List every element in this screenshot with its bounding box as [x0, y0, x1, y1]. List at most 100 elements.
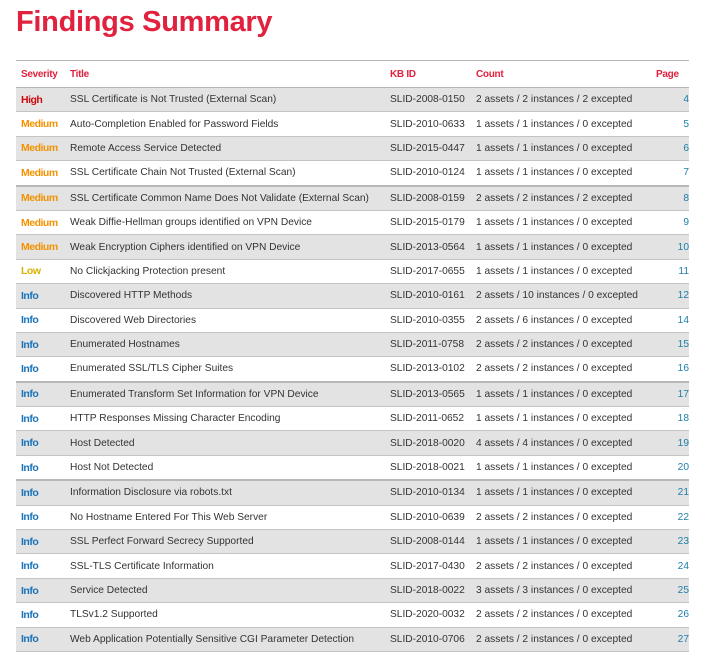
- title-cell: Host Detected: [65, 430, 385, 456]
- page-title: Findings Summary: [16, 6, 273, 38]
- kb-id-cell: SLID-2011-0652: [385, 406, 471, 432]
- title-cell: No Clickjacking Protection present: [65, 259, 385, 285]
- table-row: Info Information Disclosure via robots.tx…: [16, 479, 689, 506]
- severity-cell: Info: [16, 578, 65, 604]
- table-row: Medium SSL Certificate Chain Not Trusted …: [16, 160, 689, 187]
- severity-cell: Info: [16, 602, 65, 628]
- kb-id-cell: SLID-2015-0447: [385, 136, 471, 162]
- table-row: Info HTTP Responses Missing Character Enc…: [16, 406, 689, 432]
- page-link[interactable]: 26: [651, 602, 689, 628]
- severity-cell: Info: [16, 283, 65, 309]
- table-row: Medium Remote Access Service Detected SLID…: [16, 136, 689, 162]
- page-link[interactable]: 24: [651, 553, 689, 579]
- severity-cell: Info: [16, 380, 65, 408]
- kb-id-cell: SLID-2017-0430: [385, 553, 471, 579]
- title-cell: Enumerated Hostnames: [65, 332, 385, 358]
- kb-id-cell: SLID-2010-0706: [385, 627, 471, 652]
- table-row: Info Service Detected SLID-2018-0022 3 asse…: [16, 578, 689, 604]
- findings-table: Severity Title KB ID Count Page High SSL …: [16, 60, 689, 652]
- table-row: Info No Hostname Entered For This Web Ser…: [16, 505, 689, 531]
- count-cell: 1 assets / 1 instances / 0 excepted: [471, 406, 651, 432]
- severity-cell: Info: [16, 430, 65, 456]
- count-cell: 1 assets / 1 instances / 0 excepted: [471, 160, 651, 187]
- title-cell: Information Disclosure via robots.txt: [65, 479, 385, 506]
- count-cell: 2 assets / 2 instances / 0 excepted: [471, 356, 651, 383]
- page-link[interactable]: 18: [651, 406, 689, 432]
- page-link[interactable]: 14: [651, 308, 689, 333]
- column-header-severity: Severity: [16, 60, 65, 88]
- title-cell: SSL-TLS Certificate Information: [65, 553, 385, 579]
- page-link[interactable]: 22: [651, 505, 689, 531]
- page-link[interactable]: 4: [651, 87, 689, 113]
- severity-cell: Low: [16, 259, 65, 285]
- severity-cell: Info: [16, 332, 65, 358]
- count-cell: 2 assets / 2 instances / 0 excepted: [471, 553, 651, 579]
- title-cell: Web Application Potentially Sensitive CG…: [65, 627, 385, 652]
- kb-id-cell: SLID-2008-0144: [385, 529, 471, 555]
- count-cell: 2 assets / 2 instances / 2 excepted: [471, 87, 651, 113]
- page-link[interactable]: 10: [651, 234, 689, 260]
- kb-id-cell: SLID-2008-0150: [385, 87, 471, 113]
- severity-cell: Info: [16, 479, 65, 506]
- severity-cell: Medium: [16, 234, 65, 260]
- count-cell: 1 assets / 1 instances / 0 excepted: [471, 529, 651, 555]
- page-link[interactable]: 15: [651, 332, 689, 358]
- kb-id-cell: SLID-2010-0639: [385, 505, 471, 531]
- kb-id-cell: SLID-2010-0355: [385, 308, 471, 333]
- page-link[interactable]: 16: [651, 356, 689, 383]
- title-cell: Remote Access Service Detected: [65, 136, 385, 162]
- severity-cell: Info: [16, 627, 65, 652]
- severity-cell: High: [16, 87, 65, 113]
- page-link[interactable]: 23: [651, 529, 689, 555]
- severity-cell: Medium: [16, 111, 65, 137]
- page-link[interactable]: 9: [651, 210, 689, 236]
- count-cell: 1 assets / 1 instances / 0 excepted: [471, 259, 651, 285]
- title-cell: Discovered HTTP Methods: [65, 283, 385, 309]
- count-cell: 1 assets / 1 instances / 0 excepted: [471, 111, 651, 137]
- title-cell: SSL Perfect Forward Secrecy Supported: [65, 529, 385, 555]
- severity-cell: Medium: [16, 210, 65, 236]
- page-link[interactable]: 5: [651, 111, 689, 137]
- page-link[interactable]: 11: [651, 259, 689, 285]
- title-cell: TLSv1.2 Supported: [65, 602, 385, 628]
- table-row: Info Web Application Potentially Sensitiv…: [16, 627, 689, 652]
- kb-id-cell: SLID-2013-0564: [385, 234, 471, 260]
- page-link[interactable]: 6: [651, 136, 689, 162]
- severity-cell: Info: [16, 356, 65, 383]
- page-link[interactable]: 19: [651, 430, 689, 456]
- kb-id-cell: SLID-2010-0134: [385, 479, 471, 506]
- count-cell: 3 assets / 3 instances / 0 excepted: [471, 578, 651, 604]
- table-row: Info Enumerated SSL/TLS Cipher Suites SLID…: [16, 356, 689, 383]
- page-link[interactable]: 27: [651, 627, 689, 652]
- column-header-kb-id: KB ID: [385, 60, 471, 88]
- kb-id-cell: SLID-2018-0020: [385, 430, 471, 456]
- table-row: Info Enumerated Transform Set Information…: [16, 380, 689, 408]
- page-link[interactable]: 20: [651, 455, 689, 481]
- table-row: Info Host Detected SLID-2018-0020 4 assets …: [16, 430, 689, 456]
- page-link[interactable]: 7: [651, 160, 689, 187]
- page-link[interactable]: 8: [651, 184, 689, 211]
- title-cell: Enumerated Transform Set Information for…: [65, 380, 385, 408]
- table-row: Medium SSL Certificate Common Name Does N…: [16, 184, 689, 211]
- count-cell: 1 assets / 1 instances / 0 excepted: [471, 234, 651, 260]
- table-row: Medium Weak Diffie-Hellman groups identif…: [16, 210, 689, 236]
- count-cell: 2 assets / 2 instances / 0 excepted: [471, 332, 651, 358]
- count-cell: 1 assets / 1 instances / 0 excepted: [471, 210, 651, 236]
- page-link[interactable]: 25: [651, 578, 689, 604]
- page-link[interactable]: 12: [651, 283, 689, 309]
- title-cell: HTTP Responses Missing Character Encodin…: [65, 406, 385, 432]
- page-link[interactable]: 17: [651, 380, 689, 408]
- page-link[interactable]: 21: [651, 479, 689, 506]
- count-cell: 2 assets / 2 instances / 0 excepted: [471, 602, 651, 628]
- title-cell: No Hostname Entered For This Web Server: [65, 505, 385, 531]
- title-cell: Enumerated SSL/TLS Cipher Suites: [65, 356, 385, 383]
- title-cell: SSL Certificate is Not Trusted (External…: [65, 87, 385, 113]
- title-cell: Service Detected: [65, 578, 385, 604]
- count-cell: 4 assets / 4 instances / 0 excepted: [471, 430, 651, 456]
- kb-id-cell: SLID-2015-0179: [385, 210, 471, 236]
- kb-id-cell: SLID-2010-0633: [385, 111, 471, 137]
- table-row: Info Discovered Web Directories SLID-2010-…: [16, 308, 689, 333]
- table-row: Low No Clickjacking Protection present SLI…: [16, 259, 689, 285]
- count-cell: 2 assets / 10 instances / 0 excepted: [471, 283, 651, 309]
- column-header-count: Count: [471, 60, 651, 88]
